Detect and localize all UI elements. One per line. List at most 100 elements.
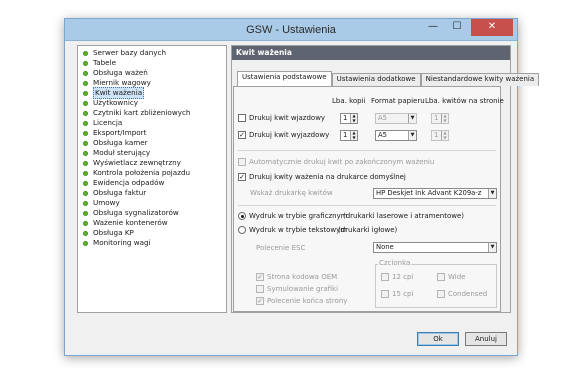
tree-item[interactable]: Ewidencja odpadów [83,178,226,188]
exit-ticket-label: Drukuj kwit wyjazdowy [249,131,330,139]
tree-item[interactable]: Obsługa ważeń [83,68,226,78]
tree-item[interactable]: Licencja [83,118,226,128]
chevron-down-icon[interactable]: ▼ [408,114,416,123]
tree-item[interactable]: Obsługa KP [83,228,226,238]
font-option-checkbox[interactable] [437,273,445,281]
exit-per-page-value: 1 [434,131,439,139]
entry-per-page-spinner[interactable]: ▲ ▼ [441,114,448,123]
entry-paper-select[interactable]: A5 ▼ [375,113,417,124]
tree-item[interactable]: Ważenie kontenerów [83,218,226,228]
text-option-checkbox[interactable] [256,285,264,293]
settings-window: GSW - Ustawienia — ☐ ✕ Serwer bazy danyc… [64,18,540,356]
tree-item[interactable]: Monitoring wagi [83,238,226,248]
spin-down-icon[interactable]: ▼ [352,135,355,140]
auto-print-checkbox[interactable] [238,158,246,166]
tree-item[interactable]: Obsługa sygnalizatorów [83,208,226,218]
spin-down-icon[interactable]: ▼ [443,118,446,123]
exit-copies-field[interactable]: 1 ▲ ▼ [340,130,358,141]
tree-item[interactable]: Umowy [83,198,226,208]
printer-select[interactable]: HP Deskjet Ink Advant K209a-z ▼ [373,188,497,199]
tree-item[interactable]: Obsługa kamer [83,138,226,148]
entry-copies-field[interactable]: 1 ▲ ▼ [340,113,358,124]
bullet-icon [83,140,88,146]
entry-copies-spinner[interactable]: ▲ ▼ [350,114,357,123]
tree-item-label: Obsługa kamer [93,138,148,147]
tree-item[interactable]: Wyświetlacz zewnętrzny [83,158,226,168]
bullet-icon [83,210,88,216]
font-option-checkbox[interactable] [437,290,445,298]
tree-item[interactable]: Czytniki kart zbliżeniowych [83,108,226,118]
exit-ticket-checkbox[interactable]: ✓ [238,131,246,139]
text-option-checkbox[interactable]: ✓ [256,297,264,305]
text-mode-radio[interactable] [238,226,246,234]
divider [238,205,496,206]
tree-item[interactable]: Kontrola położenia pojazdu [83,168,226,178]
bullet-icon [83,60,88,66]
auto-print-label: Automatycznie drukuj kwit po zakończonym… [249,158,435,166]
maximize-button[interactable]: ☐ [445,19,469,36]
printer-label: Wskaż drukarkę kwitów [250,189,333,197]
settings-tree: Serwer bazy danych Tabele Obsługa ważeń Mie… [77,45,227,313]
tree-item[interactable]: Kwit ważenia [83,87,226,99]
exit-copies-spinner[interactable]: ▲ ▼ [350,131,357,140]
tab-strip: Ustawienia podstawowe Ustawienia dodatko… [237,71,540,86]
font-option-label: Condensed [448,290,488,298]
minimize-button[interactable]: — [421,19,445,36]
exit-paper-select[interactable]: A5 ▼ [375,130,417,141]
bullet-icon [83,100,88,106]
tree-item-label: Eksport/Import [93,128,147,137]
tree-item[interactable]: Obsługa faktur [83,188,226,198]
exit-per-page-spinner[interactable]: ▲ ▼ [441,131,448,140]
entry-ticket-checkbox[interactable] [238,114,246,122]
tab-custom-tickets[interactable]: Niestandardowe kwity ważenia [420,73,540,86]
ok-button[interactable]: Ok [417,332,459,346]
graphic-mode-label: Wydruk w trybie graficznym [249,212,348,220]
font-option-label: Wide [448,273,466,281]
spin-down-icon[interactable]: ▼ [443,135,446,140]
entry-paper-value: A5 [378,114,387,122]
graphic-mode-radio[interactable] [238,212,246,220]
tree-item-label: Ewidencja odpadów [93,178,165,187]
text-mode-label: Wydruk w trybie tekstowym [249,226,348,234]
tree-item-label: Czytniki kart zbliżeniowych [93,108,191,117]
font-option-checkbox[interactable] [381,273,389,281]
spin-down-icon[interactable]: ▼ [352,118,355,123]
tree-item-label: Monitoring wagi [93,238,151,247]
bullet-icon [83,180,88,186]
printer-value: HP Deskjet Ink Advant K209a-z [376,189,482,197]
font-group-title: Czcionka [378,259,412,267]
default-printer-checkbox[interactable]: ✓ [238,173,246,181]
tab-additional-settings[interactable]: Ustawienia dodatkowe [331,73,421,86]
font-option-checkbox[interactable] [381,290,389,298]
bullet-icon [83,190,88,196]
bullet-icon [83,110,88,116]
close-button[interactable]: ✕ [471,19,513,36]
tree-item[interactable]: Tabele [83,58,226,68]
chevron-down-icon[interactable]: ▼ [488,189,496,198]
tree-item[interactable]: Eksport/Import [83,128,226,138]
bullet-icon [83,170,88,176]
exit-copies-value: 1 [343,131,348,139]
font-group [375,264,497,308]
tab-basic-settings[interactable]: Ustawienia podstawowe [237,71,332,86]
bullet-icon [83,220,88,226]
graphic-mode-note: (drukarki laserowe i atramentowe) [343,212,464,220]
bullet-icon [83,160,88,166]
chevron-down-icon[interactable]: ▼ [488,243,496,252]
esc-label: Polecenie ESC [256,244,306,252]
esc-select[interactable]: None ▼ [373,242,497,253]
bullet-icon [83,120,88,126]
bullet-icon [83,80,88,86]
tree-item[interactable]: Użytkownicy [83,98,226,108]
tree-item-label: Licencja [93,118,123,127]
default-printer-check-mark: ✓ [239,173,245,181]
cancel-button[interactable]: Anuluj [465,332,507,346]
text-option-checkbox[interactable]: ✓ [256,273,264,281]
exit-per-page-field[interactable]: 1 ▲ ▼ [431,130,449,141]
tree-item[interactable]: Serwer bazy danych [83,48,226,58]
column-per-page: Lba. kwitów na stronie [425,97,504,105]
default-printer-label: Drukuj kwity ważenia na drukarce domyśln… [249,173,406,181]
tree-item[interactable]: Moduł sterujący [83,148,226,158]
chevron-down-icon[interactable]: ▼ [408,131,416,140]
entry-per-page-field[interactable]: 1 ▲ ▼ [431,113,449,124]
